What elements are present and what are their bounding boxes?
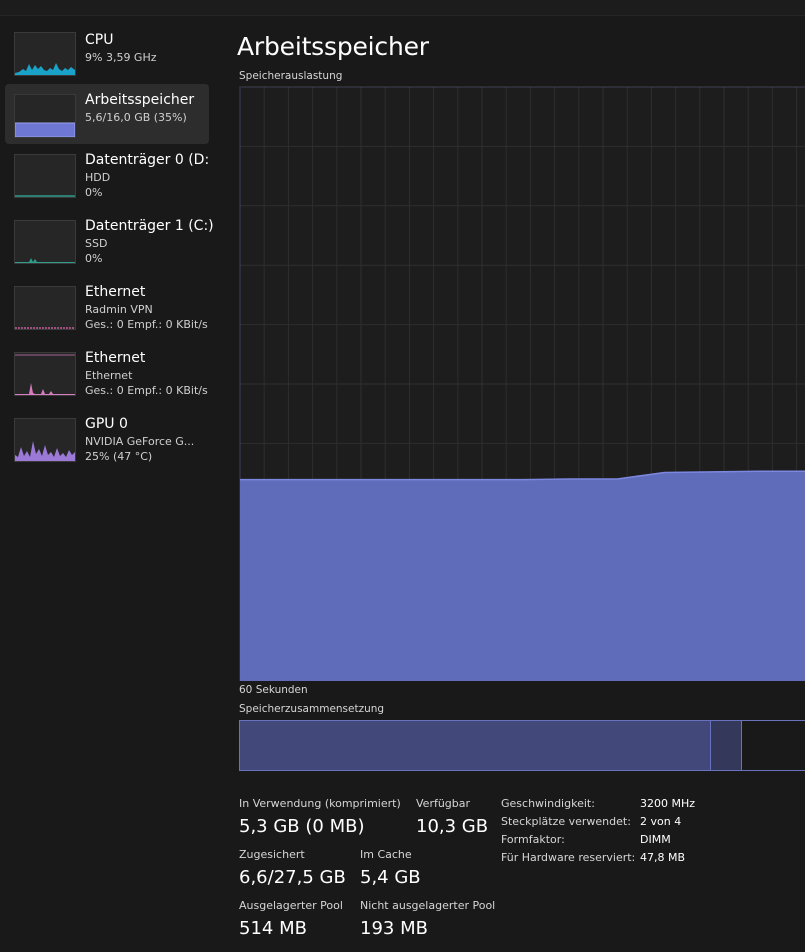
sidebar-item-detail: Ges.: 0 Empf.: 0 KBit/s: [85, 318, 208, 331]
sidebar-item-title: Arbeitsspeicher: [85, 92, 195, 108]
network-graph-icon: [14, 352, 76, 396]
sidebar-item-title: CPU: [85, 32, 114, 48]
sidebar-item-cpu[interactable]: CPU 9% 3,59 GHz: [5, 22, 209, 82]
sidebar-item-title: Datenträger 1 (C:): [85, 218, 213, 234]
nonpaged-pool-label: Nicht ausgelagerter Pool: [360, 899, 496, 912]
paged-pool-value: 514 MB: [239, 918, 307, 939]
gpu-graph-icon: [14, 418, 76, 462]
sidebar-item-detail: 0%: [85, 186, 103, 199]
form-factor-label: Formfaktor:: [501, 833, 565, 846]
in-use-value: 5,3 GB (0 MB): [239, 816, 365, 837]
memory-composition-bar: [239, 720, 805, 771]
memory-graph-icon: [14, 94, 76, 138]
memory-usage-chart: [239, 86, 805, 681]
committed-value: 6,6/27,5 GB: [239, 867, 346, 888]
sidebar-item-gpu[interactable]: GPU 0 NVIDIA GeForce G... 25% (47 °C): [5, 408, 209, 468]
speed-value: 3200 MHz: [640, 797, 696, 810]
sidebar-item-disk-1[interactable]: Datenträger 1 (C:) SSD 0%: [5, 210, 213, 270]
sidebar-item-title: Ethernet: [85, 284, 146, 300]
hardware-reserved-value: 47,8 MB: [640, 851, 686, 864]
network-graph-icon: [14, 286, 76, 330]
time-axis-label: 60 Sekunden: [239, 684, 308, 696]
disk-graph-icon: [14, 154, 76, 198]
composition-label: Speicherzusammensetzung: [239, 703, 385, 715]
title-bar: [0, 0, 805, 16]
sidebar-item-disk-0[interactable]: Datenträger 0 (D: E HDD 0%: [5, 144, 213, 204]
in-use-label: In Verwendung (komprimiert): [239, 797, 401, 810]
cached-label: Im Cache: [360, 848, 412, 861]
memory-usage-area: [240, 471, 805, 681]
chart-label: Speicherauslastung: [239, 70, 343, 82]
sidebar-item-subtitle: 9% 3,59 GHz: [85, 51, 157, 64]
sidebar-item-subtitle: Radmin VPN: [85, 303, 153, 316]
available-label: Verfügbar: [416, 797, 471, 810]
slots-label: Steckplätze verwendet:: [501, 815, 631, 828]
paged-pool-label: Ausgelagerter Pool: [239, 899, 343, 912]
sidebar-item-subtitle: Ethernet: [85, 369, 133, 382]
committed-label: Zugesichert: [239, 848, 305, 861]
sidebar-item-ethernet[interactable]: Ethernet Ethernet Ges.: 0 Empf.: 0 KBit/…: [5, 342, 209, 402]
sidebar-item-memory[interactable]: Arbeitsspeicher 5,6/16,0 GB (35%): [5, 84, 209, 144]
disk-graph-icon: [14, 220, 76, 264]
speed-label: Geschwindigkeit:: [501, 797, 595, 810]
sidebar-item-detail: Ges.: 0 Empf.: 0 KBit/s: [85, 384, 208, 397]
available-value: 10,3 GB: [416, 816, 489, 837]
sidebar-item-title: Ethernet: [85, 350, 146, 366]
sidebar-item-title: GPU 0: [85, 416, 128, 432]
sidebar-item-detail: 0%: [85, 252, 103, 265]
sidebar-item-subtitle: NVIDIA GeForce G...: [85, 435, 195, 448]
slots-value: 2 von 4: [640, 815, 682, 828]
form-factor-value: DIMM: [640, 833, 671, 846]
sidebar-item-title: Datenträger 0 (D: E: [85, 152, 213, 168]
composition-modified: [711, 721, 742, 770]
nonpaged-pool-value: 193 MB: [360, 918, 428, 939]
sidebar-item-subtitle: 5,6/16,0 GB (35%): [85, 111, 187, 124]
memory-usage-svg: [240, 87, 805, 681]
cpu-graph-icon: [14, 32, 76, 76]
hardware-reserved-label: Für Hardware reserviert:: [501, 851, 636, 864]
sidebar-item-subtitle: SSD: [85, 237, 108, 250]
composition-in-use: [240, 721, 711, 770]
sidebar-item-subtitle: HDD: [85, 171, 111, 184]
cached-value: 5,4 GB: [360, 867, 421, 888]
page-title: Arbeitsspeicher: [237, 32, 429, 61]
sidebar-item-ethernet-radmin[interactable]: Ethernet Radmin VPN Ges.: 0 Empf.: 0 KBi…: [5, 276, 209, 336]
sidebar-item-detail: 25% (47 °C): [85, 450, 153, 463]
